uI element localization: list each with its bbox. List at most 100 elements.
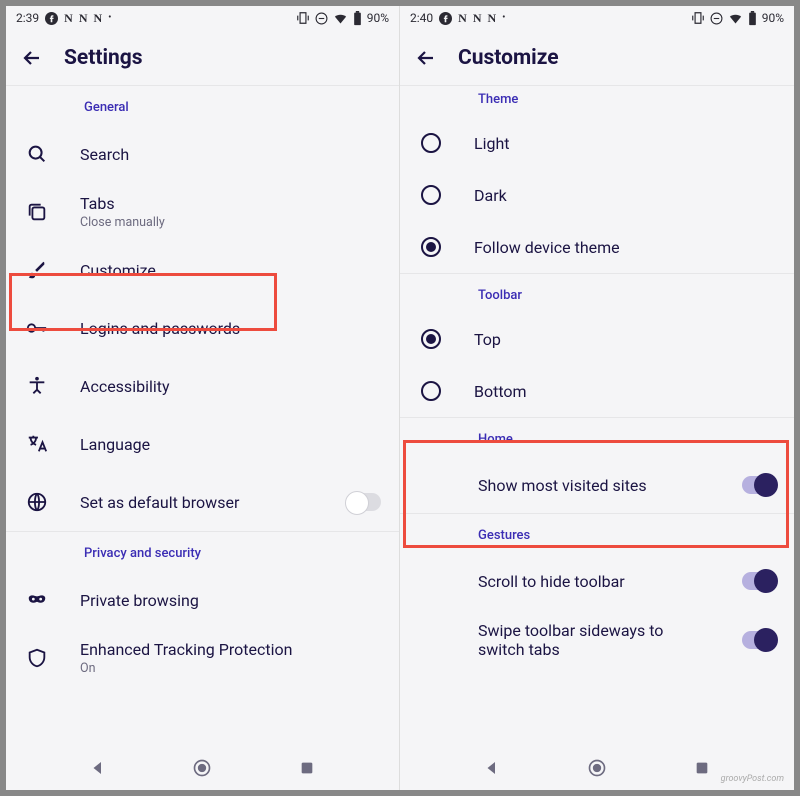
mask-icon: [25, 589, 49, 611]
search-icon: [26, 143, 48, 165]
customize-content: Theme Light Dark Follow device theme Too…: [400, 86, 794, 746]
toolbar-bottom-row[interactable]: Bottom: [400, 365, 794, 417]
logins-label: Logins and passwords: [80, 319, 381, 338]
more-notifications-icon: •: [108, 13, 111, 23]
default-browser-row[interactable]: Set as default browser: [6, 473, 399, 531]
tabs-row[interactable]: Tabs Close manually: [6, 183, 399, 241]
swipe-switch-label: Swipe toolbar sideways to switch tabs: [478, 621, 698, 659]
status-bar: 2:39 N N N • 90%: [6, 6, 399, 30]
wifi-icon: [728, 11, 743, 26]
status-time: 2:40: [410, 11, 433, 25]
accessibility-label: Accessibility: [80, 377, 381, 396]
show-most-visited-label: Show most visited sites: [478, 476, 700, 495]
facebook-icon: [45, 12, 58, 25]
show-most-visited-row[interactable]: Show most visited sites: [400, 457, 794, 513]
nav-home-button[interactable]: [586, 757, 608, 779]
scroll-hide-toggle[interactable]: [742, 572, 776, 590]
swipe-switch-toggle[interactable]: [742, 631, 776, 649]
battery-icon: [353, 11, 362, 26]
logins-row[interactable]: Logins and passwords: [6, 299, 399, 357]
app-bar: Settings: [6, 30, 399, 86]
theme-dark-row[interactable]: Dark: [400, 169, 794, 221]
section-header-privacy: Privacy and security: [6, 532, 399, 571]
theme-follow-row[interactable]: Follow device theme: [400, 221, 794, 273]
tabs-sublabel: Close manually: [80, 215, 381, 230]
status-time: 2:39: [16, 11, 39, 25]
accessibility-icon: [26, 375, 48, 397]
theme-light-label: Light: [474, 134, 776, 153]
radio-checked-icon[interactable]: [421, 329, 441, 349]
accessibility-row[interactable]: Accessibility: [6, 357, 399, 415]
settings-screen: 2:39 N N N • 90% Settings General: [6, 6, 400, 790]
battery-percent: 90%: [367, 11, 389, 25]
netflix-icon: N: [79, 11, 88, 26]
section-header-toolbar: Toolbar: [400, 274, 794, 313]
radio-icon[interactable]: [421, 133, 441, 153]
section-header-home: Home: [400, 418, 794, 457]
show-most-visited-toggle[interactable]: [742, 476, 776, 494]
scroll-hide-row[interactable]: Scroll to hide toolbar: [400, 553, 794, 609]
app-bar: Customize: [400, 30, 794, 86]
section-header-gestures: Gestures: [400, 514, 794, 553]
theme-follow-label: Follow device theme: [474, 238, 776, 257]
private-browsing-label: Private browsing: [80, 591, 381, 610]
battery-icon: [748, 11, 757, 26]
scroll-hide-label: Scroll to hide toolbar: [478, 572, 700, 591]
search-row[interactable]: Search: [6, 125, 399, 183]
settings-content: General Search Tabs Close manually: [6, 86, 399, 746]
vibrate-icon: [691, 11, 705, 25]
nav-recent-button[interactable]: [296, 757, 318, 779]
nav-home-button[interactable]: [191, 757, 213, 779]
nav-back-button[interactable]: [481, 757, 503, 779]
dnd-icon: [710, 12, 723, 25]
more-notifications-icon: •: [502, 13, 505, 23]
default-browser-label: Set as default browser: [80, 493, 305, 512]
netflix-icon: N: [64, 11, 73, 26]
tracking-label: Enhanced Tracking Protection: [80, 640, 381, 659]
tabs-icon: [26, 201, 48, 223]
theme-dark-label: Dark: [474, 186, 776, 205]
language-icon: [26, 433, 48, 455]
vibrate-icon: [296, 11, 310, 25]
language-row[interactable]: Language: [6, 415, 399, 473]
section-header-theme: Theme: [400, 86, 794, 117]
shield-icon: [26, 647, 48, 669]
tracking-sublabel: On: [80, 661, 381, 676]
customize-row[interactable]: Customize: [6, 241, 399, 299]
tabs-label: Tabs: [80, 194, 381, 213]
private-browsing-row[interactable]: Private browsing: [6, 571, 399, 629]
customize-screen: 2:40 N N N • 90% Customize Theme: [400, 6, 794, 790]
swipe-switch-row[interactable]: Swipe toolbar sideways to switch tabs: [400, 609, 794, 671]
theme-light-row[interactable]: Light: [400, 117, 794, 169]
radio-icon[interactable]: [421, 185, 441, 205]
wifi-icon: [333, 11, 348, 26]
appbar-title: Customize: [458, 46, 559, 70]
netflix-icon: N: [473, 11, 482, 26]
netflix-icon: N: [487, 11, 496, 26]
android-navbar: [6, 746, 399, 790]
default-browser-toggle[interactable]: [347, 493, 381, 511]
tracking-protection-row[interactable]: Enhanced Tracking Protection On: [6, 629, 399, 687]
radio-icon[interactable]: [421, 381, 441, 401]
brush-icon: [26, 259, 48, 281]
toolbar-bottom-label: Bottom: [474, 382, 776, 401]
key-icon: [25, 317, 49, 339]
section-header-general: General: [6, 86, 399, 125]
status-bar: 2:40 N N N • 90%: [400, 6, 794, 30]
nav-back-button[interactable]: [87, 757, 109, 779]
facebook-icon: [439, 12, 452, 25]
language-label: Language: [80, 435, 381, 454]
toolbar-top-row[interactable]: Top: [400, 313, 794, 365]
nav-recent-button[interactable]: [691, 757, 713, 779]
netflix-icon: N: [93, 11, 102, 26]
netflix-icon: N: [458, 11, 467, 26]
radio-checked-icon[interactable]: [421, 237, 441, 257]
search-label: Search: [80, 145, 381, 164]
appbar-title: Settings: [64, 46, 143, 70]
toolbar-top-label: Top: [474, 330, 776, 349]
battery-percent: 90%: [762, 11, 784, 25]
back-arrow-icon[interactable]: [20, 46, 44, 70]
customize-label: Customize: [80, 261, 381, 280]
dnd-icon: [315, 12, 328, 25]
back-arrow-icon[interactable]: [414, 46, 438, 70]
